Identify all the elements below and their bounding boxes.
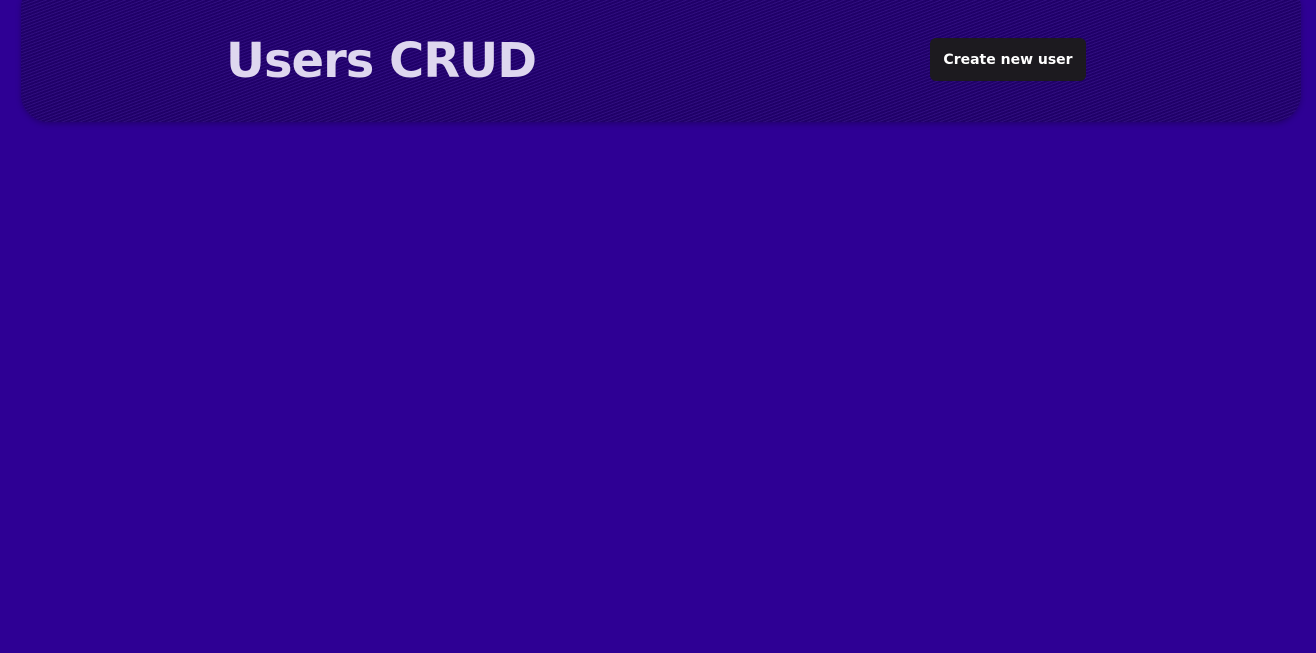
create-new-user-button[interactable]: Create new user [930, 38, 1086, 81]
page-title: Users CRUD [226, 33, 537, 89]
app-header [21, 0, 1301, 122]
